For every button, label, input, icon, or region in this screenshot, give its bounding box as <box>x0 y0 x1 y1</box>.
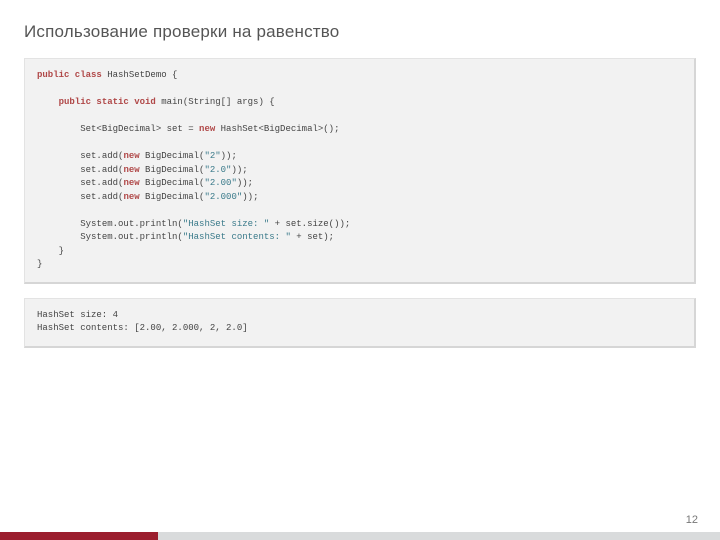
code-string: "2.000" <box>204 192 242 202</box>
code-text: BigDecimal( <box>140 178 205 188</box>
code-text: + set); <box>291 232 334 242</box>
page-number: 12 <box>686 514 698 526</box>
code-kw: public class <box>37 70 102 80</box>
code-text: )); <box>231 165 247 175</box>
code-text: + set.size()); <box>269 219 350 229</box>
output-block: HashSet size: 4 HashSet contents: [2.00,… <box>24 298 696 348</box>
code-text: set.add( <box>80 165 123 175</box>
slide: Использование проверки на равенство publ… <box>0 0 720 540</box>
code-kw: new <box>123 192 139 202</box>
code-string: "HashSet contents: " <box>183 232 291 242</box>
footer-accent <box>0 532 158 540</box>
code-text: } <box>37 246 64 256</box>
slide-title: Использование проверки на равенство <box>24 22 696 42</box>
code-text: } <box>37 259 42 269</box>
code-text: System.out.println( <box>80 232 183 242</box>
code-string: "2.0" <box>204 165 231 175</box>
code-indent <box>37 151 80 161</box>
code-indent <box>37 178 80 188</box>
code-text: set.add( <box>80 192 123 202</box>
code-indent <box>37 165 80 175</box>
code-text: main(String[] args) { <box>156 97 275 107</box>
code-kw: new <box>199 124 215 134</box>
code-kw: new <box>123 151 139 161</box>
footer-bar <box>0 532 720 540</box>
code-text: BigDecimal( <box>140 192 205 202</box>
code-text: Set<BigDecimal> set = <box>80 124 199 134</box>
code-text: set.add( <box>80 178 123 188</box>
output-line: HashSet size: 4 <box>37 310 118 320</box>
code-text: BigDecimal( <box>140 165 205 175</box>
footer-fill <box>158 532 720 540</box>
code-indent <box>37 219 80 229</box>
code-text: HashSet<BigDecimal>(); <box>215 124 339 134</box>
code-text: System.out.println( <box>80 219 183 229</box>
code-indent <box>37 232 80 242</box>
code-text: )); <box>237 178 253 188</box>
code-indent <box>37 97 59 107</box>
code-string: "HashSet size: " <box>183 219 269 229</box>
code-string: "2" <box>204 151 220 161</box>
code-text: )); <box>242 192 258 202</box>
code-text: )); <box>221 151 237 161</box>
code-indent <box>37 124 80 134</box>
code-block: public class HashSetDemo { public static… <box>24 58 696 284</box>
code-text: BigDecimal( <box>140 151 205 161</box>
code-text: set.add( <box>80 151 123 161</box>
code-string: "2.00" <box>204 178 236 188</box>
code-kw: public static void <box>59 97 156 107</box>
output-line: HashSet contents: [2.00, 2.000, 2, 2.0] <box>37 323 248 333</box>
code-kw: new <box>123 165 139 175</box>
code-kw: new <box>123 178 139 188</box>
code-indent <box>37 192 80 202</box>
code-text: HashSetDemo { <box>102 70 178 80</box>
